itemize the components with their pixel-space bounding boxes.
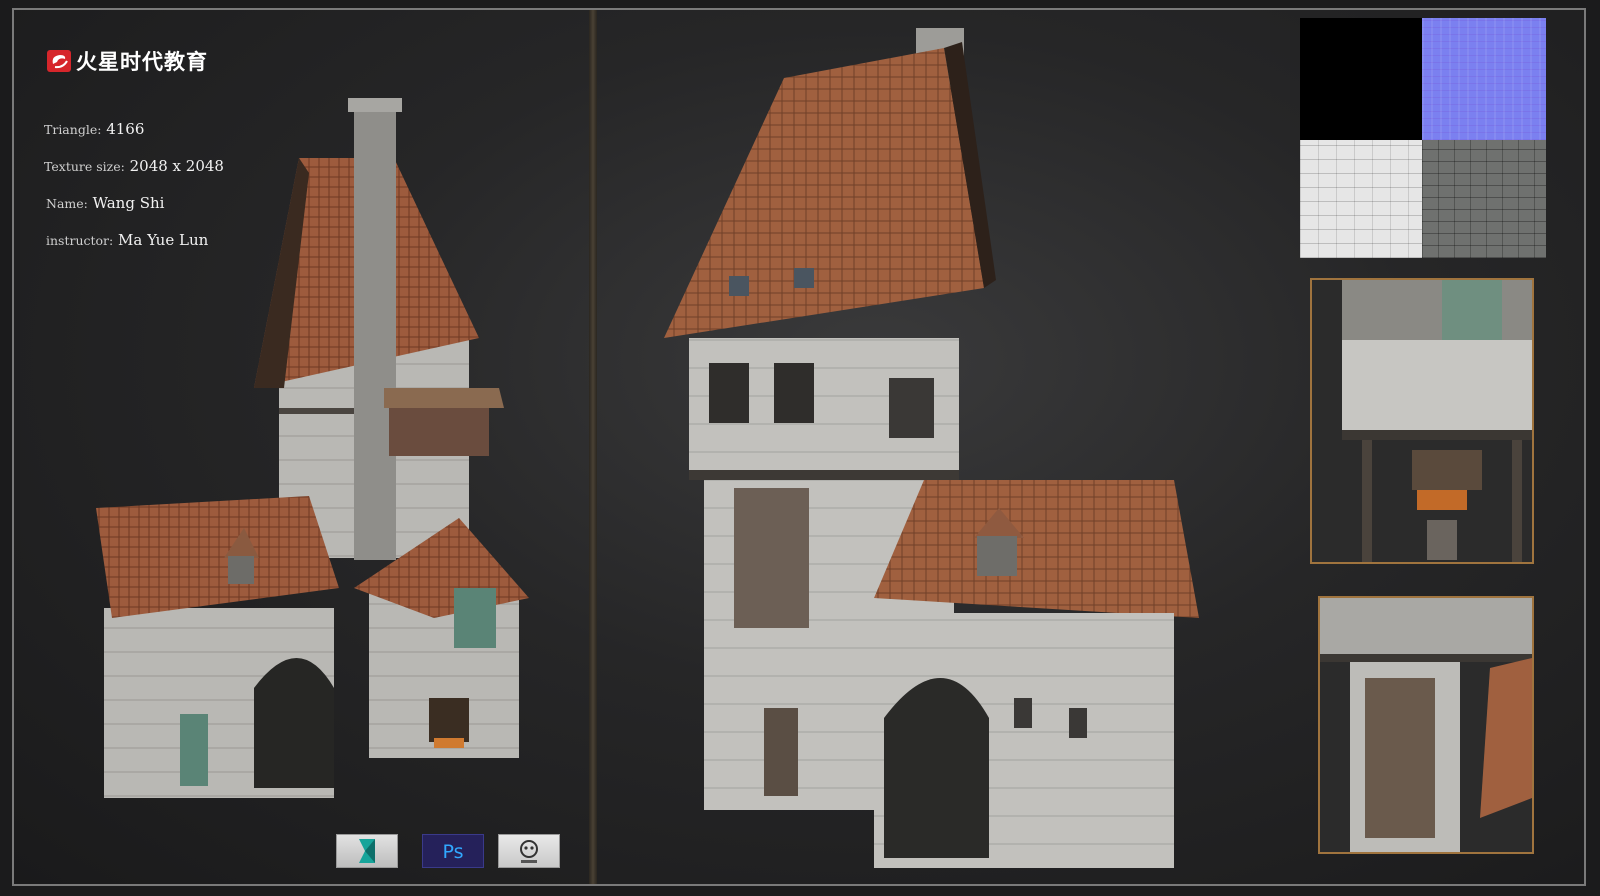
panel-divider <box>589 10 597 884</box>
brand-logo: 火星时代教育 <box>46 46 208 76</box>
texture-map-normal <box>1422 18 1546 140</box>
detail-render-tower <box>1318 596 1534 854</box>
photoshop-label: Ps <box>442 841 463 863</box>
house-model-left-view <box>96 98 529 798</box>
photoshop-icon: Ps <box>422 834 484 868</box>
texture-map-ao <box>1300 140 1422 258</box>
detail-render-forge <box>1310 278 1534 564</box>
texture-map-diffuse <box>1422 140 1546 258</box>
substance-painter-icon <box>498 834 560 868</box>
portfolio-frame: 火星时代教育 Triangle: 4166 Texture size: 2048… <box>12 8 1586 886</box>
brand-name: 火星时代教育 <box>76 50 208 74</box>
house-model-main-view <box>664 28 1199 868</box>
texture-map-black <box>1300 18 1422 140</box>
info-label: Name: <box>46 196 88 211</box>
mars-logo-icon <box>46 49 72 73</box>
3ds-max-icon <box>336 834 398 868</box>
